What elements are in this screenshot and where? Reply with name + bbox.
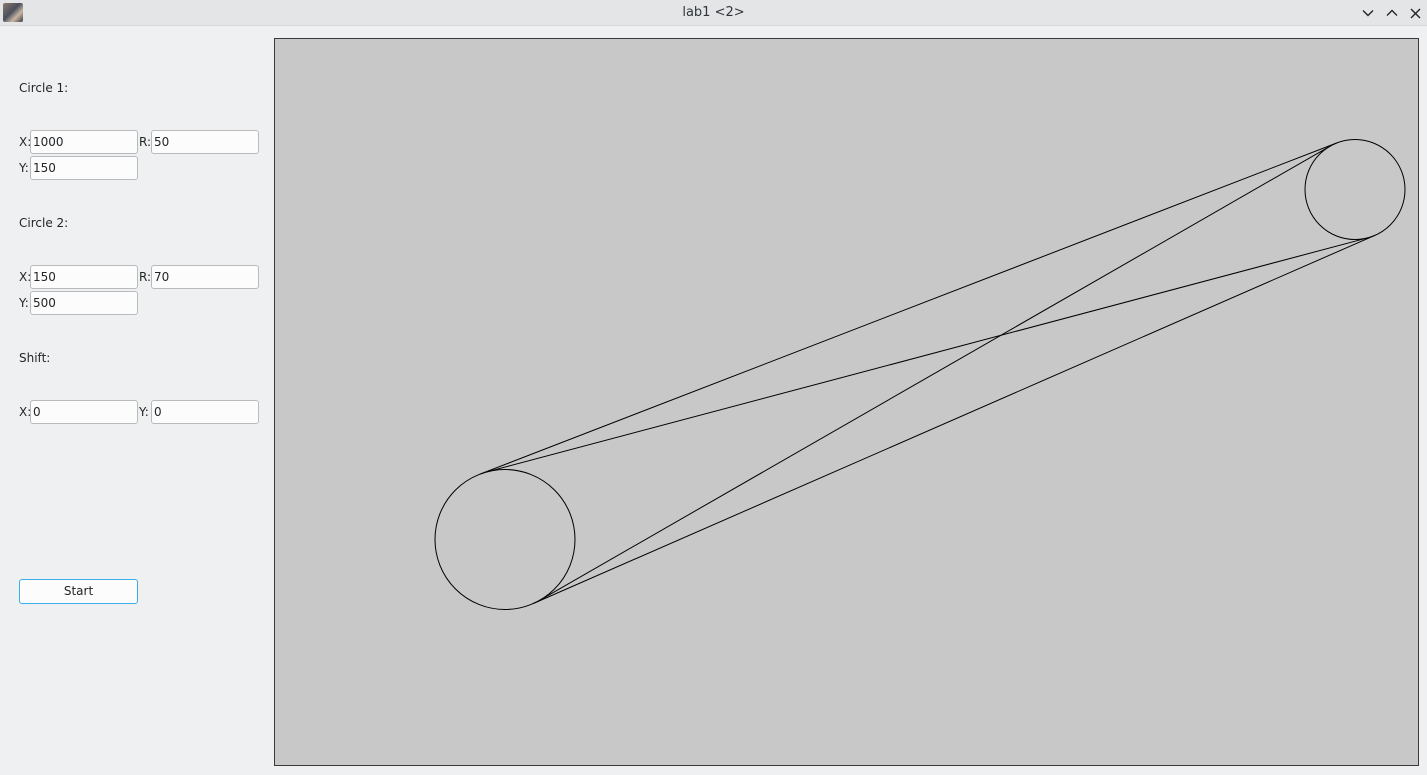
circle2-r-input[interactable] [151,265,259,289]
internal-tangent-line-4 [486,237,1368,473]
window-title: lab1 <2> [682,5,745,20]
maximize-button[interactable] [1383,4,1401,22]
circle1-x-input[interactable] [30,130,138,154]
circle2-r-label: R: [139,270,152,284]
circle2-y-input[interactable] [30,291,138,315]
title-bar: lab1 <2> [0,0,1427,26]
shift-x-input[interactable] [30,400,138,424]
circle1-r-input[interactable] [151,130,259,154]
shift-y-input[interactable] [151,400,259,424]
shift-heading: Shift: [19,351,51,365]
chevron-up-icon [1386,9,1398,16]
internal-tangent-line-3 [539,145,1331,601]
chevron-down-icon [1362,10,1374,17]
drawing-canvas[interactable] [274,38,1419,766]
circle2-y-label: Y: [19,296,29,310]
close-button[interactable] [1406,4,1424,22]
circle1-y-input[interactable] [30,156,138,180]
circle1-heading: Circle 1: [19,81,69,95]
start-button[interactable]: Start [19,579,138,604]
circle2-x-input[interactable] [30,265,138,289]
scene-svg [434,139,1406,610]
shift-y-label: Y: [139,405,149,419]
circle1-y-label: Y: [19,161,29,175]
circle2-heading: Circle 2: [19,216,69,230]
circle1-r-label: R: [139,135,152,149]
circle-1 [1304,139,1406,240]
close-icon [1410,8,1420,18]
circle-2 [434,469,576,610]
minimize-button[interactable] [1359,4,1377,22]
